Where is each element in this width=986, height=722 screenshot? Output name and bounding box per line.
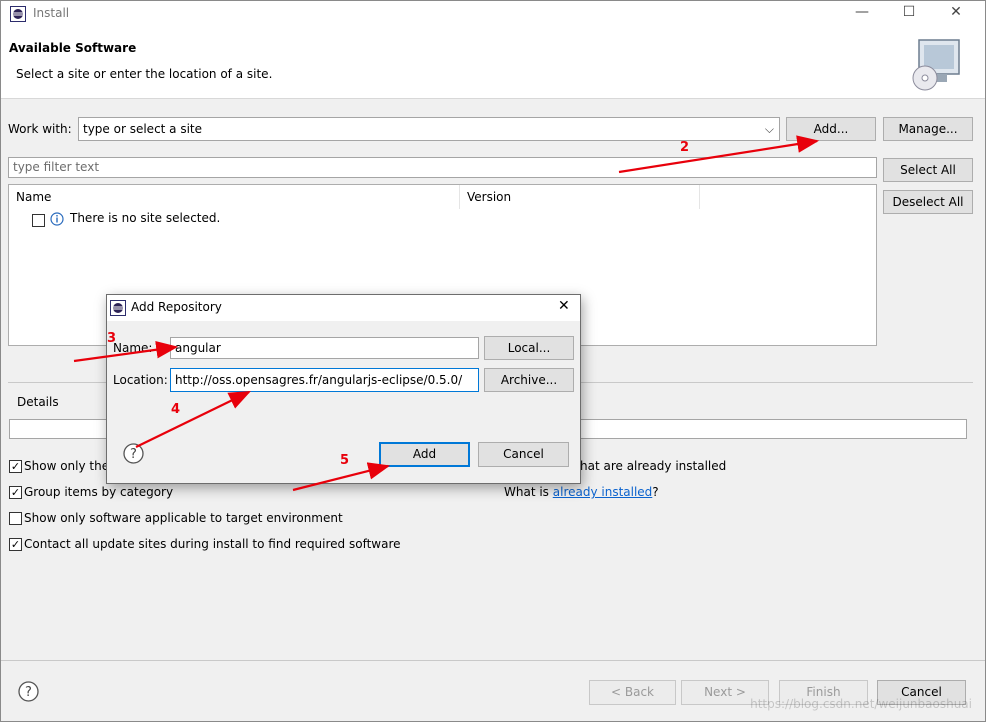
what-is-installed: What is already installed? (504, 485, 659, 499)
page-title: Available Software (9, 41, 137, 55)
details-label: Details (17, 395, 59, 409)
filter-input[interactable]: type filter text (8, 157, 877, 178)
select-all-button[interactable]: Select All (883, 158, 973, 182)
applicable-checkbox[interactable] (9, 512, 22, 525)
software-install-icon (912, 39, 960, 91)
watermark: https://blog.csdn.net/weijunbaoshuai (750, 697, 972, 711)
maximize-button[interactable]: ☐ (894, 4, 924, 24)
info-icon (50, 212, 64, 226)
name-label: Name: (113, 341, 153, 355)
svg-text:?: ? (25, 685, 32, 700)
chevron-down-icon[interactable]: ⌵ (765, 120, 774, 138)
dialog-add-button[interactable]: Add (379, 442, 470, 467)
add-site-button[interactable]: Add... (786, 117, 876, 141)
title-bar: Install — ☐ ✕ (1, 1, 985, 28)
what-is-text: What is (504, 485, 553, 499)
annotation-5: 5 (340, 453, 350, 468)
local-button[interactable]: Local... (484, 336, 574, 360)
annotation-3: 3 (107, 331, 117, 346)
footer-separator (1, 660, 985, 661)
already-installed-link[interactable]: already installed (553, 485, 653, 499)
eclipse-icon (110, 300, 126, 316)
minimize-button[interactable]: — (847, 4, 877, 24)
group-by-category-checkbox[interactable]: ✓ (9, 486, 22, 499)
contact-sites-checkbox[interactable]: ✓ (9, 538, 22, 551)
dialog-title-bar: Add Repository ✕ (107, 295, 580, 321)
eclipse-icon (10, 6, 26, 22)
show-latest-label: Show only the (24, 459, 110, 473)
wizard-header: Available Software Select a site or ente… (1, 28, 985, 99)
help-icon[interactable]: ? (18, 681, 39, 702)
show-latest-checkbox[interactable]: ✓ (9, 460, 22, 473)
back-button[interactable]: < Back (589, 680, 676, 705)
row-checkbox[interactable] (32, 214, 45, 227)
question-mark: ? (652, 485, 659, 499)
archive-button[interactable]: Archive... (484, 368, 574, 392)
close-button[interactable]: ✕ (941, 4, 971, 24)
repository-location-input[interactable]: http://oss.opensagres.fr/angularjs-eclip… (170, 368, 479, 392)
repository-name-input[interactable]: angular (170, 337, 479, 359)
manage-sites-button[interactable]: Manage... (883, 117, 973, 141)
dialog-cancel-button[interactable]: Cancel (478, 442, 569, 467)
location-label: Location: (113, 373, 168, 387)
table-row-label: There is no site selected. (70, 211, 221, 225)
contact-sites-label: Contact all update sites during install … (24, 537, 401, 551)
work-with-combo[interactable]: type or select a site ⌵ (78, 117, 780, 141)
svg-text:?: ? (130, 447, 137, 462)
applicable-label: Show only software applicable to target … (24, 511, 343, 525)
deselect-all-button[interactable]: Deselect All (883, 190, 973, 214)
group-by-category-label: Group items by category (24, 485, 174, 499)
dialog-close-button[interactable]: ✕ (558, 298, 570, 314)
hide-installed-label: hat are already installed (580, 459, 727, 473)
column-version-header[interactable]: Version (460, 185, 700, 209)
work-with-value: type or select a site (83, 122, 203, 136)
column-name-header[interactable]: Name (9, 185, 460, 209)
help-icon[interactable]: ? (123, 443, 144, 464)
page-description: Select a site or enter the location of a… (16, 67, 273, 81)
window-title: Install (33, 6, 70, 20)
dialog-title: Add Repository (131, 300, 222, 314)
work-with-label: Work with: (8, 122, 72, 136)
annotation-4: 4 (171, 402, 181, 417)
annotation-2: 2 (680, 140, 690, 155)
